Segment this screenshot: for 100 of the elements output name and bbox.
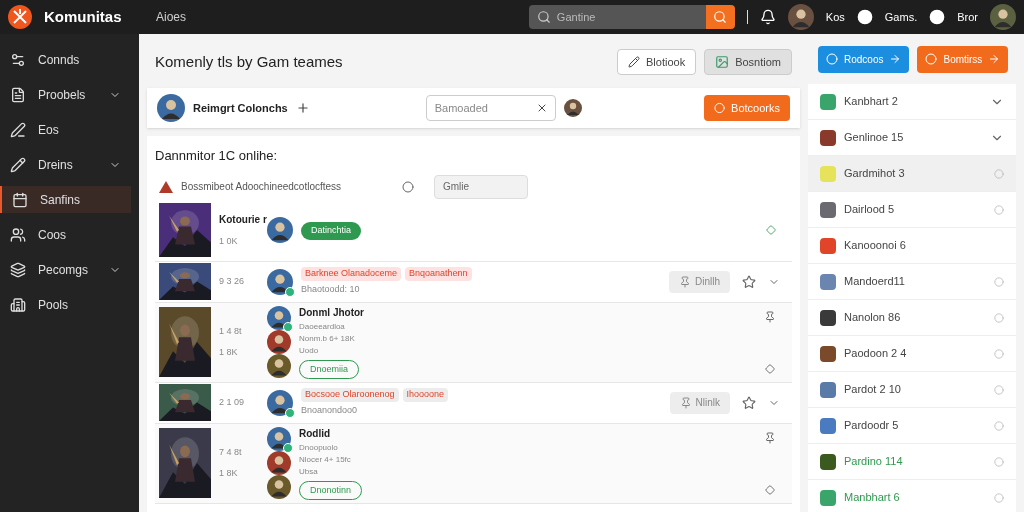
circle-icon bbox=[994, 312, 1004, 323]
brand-name: Komunitas bbox=[44, 6, 123, 27]
avatar bbox=[267, 330, 291, 354]
avatar bbox=[267, 354, 291, 378]
status-badge bbox=[285, 286, 295, 297]
sidebar-item[interactable]: Eos bbox=[0, 116, 131, 143]
side-list-item[interactable]: Dairlood 5 bbox=[808, 192, 1016, 228]
menu-icon bbox=[10, 261, 26, 278]
menu-icon bbox=[10, 51, 26, 68]
row-detail: Daoeeardloa bbox=[299, 321, 346, 332]
toolbar-button[interactable]: Bosntiom bbox=[704, 49, 792, 75]
search-button[interactable] bbox=[705, 5, 735, 29]
profile-name: Reimgrt Colonchs bbox=[193, 100, 288, 116]
sidebar-item[interactable]: Pecomgs bbox=[0, 256, 131, 283]
circle-icon bbox=[856, 9, 873, 25]
stat-text: 9 3 26 bbox=[219, 274, 246, 288]
user-link[interactable]: Bror bbox=[957, 8, 978, 26]
tag: Barknee Olanadoceme bbox=[301, 267, 402, 281]
row-detail: Uodo bbox=[299, 345, 320, 356]
circle-icon bbox=[994, 348, 1004, 359]
pin-icon[interactable] bbox=[764, 310, 776, 323]
side-list-item[interactable]: Paodoon 2 4 bbox=[808, 336, 1016, 372]
search-icon bbox=[713, 10, 728, 24]
star-icon[interactable] bbox=[742, 395, 756, 410]
row-title: Rodlid bbox=[299, 426, 332, 441]
plus-icon bbox=[295, 101, 310, 115]
star-icon[interactable] bbox=[742, 274, 756, 289]
menu-icon bbox=[10, 226, 26, 243]
avatar bbox=[267, 475, 291, 499]
filter-text: Bossmibeot Adoochineedcotlocftess bbox=[181, 180, 343, 194]
circle-icon bbox=[925, 53, 938, 65]
row-title: Donml Jhotor bbox=[299, 305, 365, 320]
circle-icon bbox=[402, 180, 414, 193]
nav-link[interactable]: Aioes bbox=[156, 8, 187, 26]
menu-icon bbox=[12, 191, 28, 208]
sidebar-item[interactable]: Pools bbox=[0, 291, 131, 318]
sidebar-item[interactable]: Sanfins bbox=[0, 186, 131, 213]
stat-text: 1 8K bbox=[219, 467, 239, 480]
stat-text: 2 1 09 bbox=[219, 395, 246, 409]
avatar bbox=[267, 389, 293, 416]
row-detail: Ubsa bbox=[299, 466, 319, 477]
stat-text: 7 4 8t bbox=[219, 445, 243, 459]
avatar bbox=[267, 268, 293, 295]
side-list-item[interactable]: Manbhart 6 bbox=[808, 480, 1016, 512]
menu-icon bbox=[10, 156, 26, 173]
menu-icon bbox=[10, 86, 26, 103]
arrow-icon bbox=[889, 53, 902, 65]
avatar bbox=[267, 427, 291, 451]
toolbar-button[interactable]: Blotiook bbox=[617, 49, 697, 75]
side-list-item[interactable]: Kanbhart 2 bbox=[808, 84, 1016, 120]
circle-icon bbox=[994, 204, 1004, 215]
panel-button[interactable]: Rodcoos bbox=[818, 45, 910, 73]
avatar bbox=[267, 217, 293, 243]
user-link[interactable]: Kos bbox=[825, 8, 845, 26]
sidebar-item[interactable]: Connds bbox=[0, 46, 131, 73]
menu-icon bbox=[10, 296, 26, 313]
tag: Bocsooe Olaroonenog bbox=[301, 388, 399, 402]
sidebar-item[interactable]: Dreins bbox=[0, 151, 131, 178]
circle-icon bbox=[929, 9, 946, 25]
side-list-item[interactable]: Pardino 114 bbox=[808, 444, 1016, 480]
row-detail: Nonm.b 6+ 18K bbox=[299, 333, 356, 344]
side-list-item[interactable]: Gardmihot 3 bbox=[808, 156, 1016, 192]
pin-icon[interactable] bbox=[764, 431, 776, 444]
row-subtitle: Bhaotoodd: 10 bbox=[301, 282, 361, 296]
row-title: Kotourie r bbox=[219, 212, 267, 227]
pin-icon bbox=[679, 275, 691, 288]
avatar bbox=[267, 306, 291, 330]
menu-icon bbox=[10, 121, 26, 138]
side-list-item[interactable]: Pardoodr 5 bbox=[808, 408, 1016, 444]
search-icon bbox=[536, 10, 551, 24]
avatar bbox=[990, 4, 1016, 30]
circle-icon bbox=[826, 53, 838, 65]
avatar bbox=[267, 451, 291, 475]
avatar bbox=[563, 99, 582, 117]
stat-text: 1 4 8t bbox=[219, 324, 243, 338]
row-detail: Nlocer 4+ 15fc bbox=[299, 454, 352, 465]
arrow-icon bbox=[988, 53, 1001, 65]
search-field[interactable]: Gantine bbox=[528, 5, 706, 29]
avatar bbox=[787, 4, 814, 30]
page-title: Komenly tls by Gam teames bbox=[155, 51, 344, 72]
circle-icon bbox=[994, 420, 1004, 431]
row-subtitle: Bnoanondoo0 bbox=[301, 403, 359, 417]
side-list-item[interactable]: Kanooonoi 6 bbox=[808, 228, 1016, 264]
side-list-item[interactable]: Nanolon 86 bbox=[808, 300, 1016, 336]
circle-icon bbox=[994, 492, 1004, 503]
circle-icon bbox=[994, 168, 1004, 179]
side-list-item[interactable]: Pardot 2 10 bbox=[808, 372, 1016, 408]
circle-icon bbox=[994, 384, 1004, 395]
sidebar-item[interactable]: Coos bbox=[0, 221, 131, 248]
circle-icon bbox=[994, 456, 1004, 467]
row-detail: Dnoopuolo bbox=[299, 442, 339, 453]
sidebar-item[interactable]: Proobels bbox=[0, 81, 131, 108]
user-link[interactable]: Gams. bbox=[884, 8, 918, 26]
bell-icon[interactable] bbox=[759, 9, 776, 25]
avatar bbox=[157, 94, 185, 122]
text-field[interactable]: Bamoaded bbox=[425, 95, 556, 121]
circle-icon bbox=[714, 102, 726, 114]
section-title: Dannmitor 1C onlihe: bbox=[155, 147, 279, 165]
filter-field[interactable]: Gmlie bbox=[434, 174, 528, 199]
side-list-item[interactable]: Mandoerd11 bbox=[808, 264, 1016, 300]
